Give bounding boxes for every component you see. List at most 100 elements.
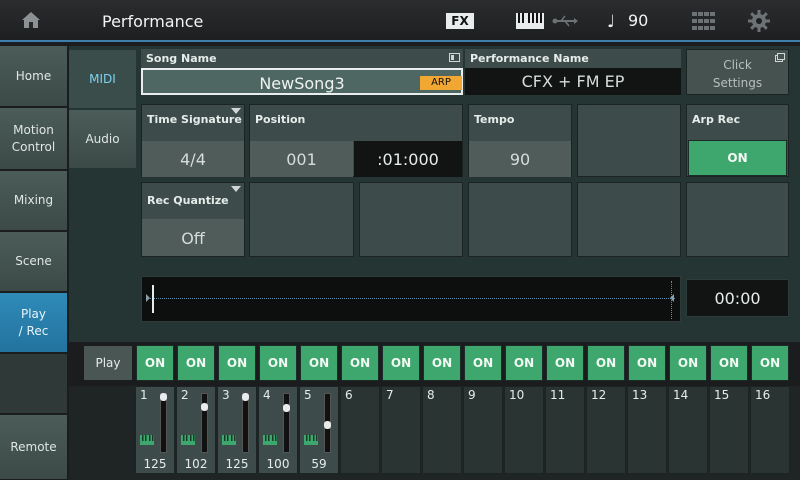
track-number: 16 <box>755 388 771 402</box>
play-toggle-part-14[interactable]: ON <box>669 345 707 381</box>
play-toggle-part-3[interactable]: ON <box>218 345 256 381</box>
nav-home-label: Home <box>15 68 52 83</box>
fader-handle[interactable] <box>160 393 167 401</box>
track-number: 8 <box>427 388 435 402</box>
track-slot-5[interactable]: 5 59 <box>299 386 339 474</box>
nav-motion-control[interactable]: Motion Control <box>0 108 67 170</box>
play-row-label: Play <box>84 346 132 380</box>
track-slot-4[interactable]: 4 100 <box>258 386 298 474</box>
track-slot-8: 8 <box>422 386 462 474</box>
fader-track <box>160 393 167 453</box>
track-slot-14: 14 <box>668 386 708 474</box>
track-slot-6: 6 <box>340 386 380 474</box>
play-toggle-part-9[interactable]: ON <box>464 345 502 381</box>
end-marker <box>671 281 672 319</box>
empty-panel <box>359 182 463 257</box>
position-label: Position <box>255 113 306 126</box>
play-toggle-part-12[interactable]: ON <box>587 345 625 381</box>
arp-rec-toggle[interactable]: ON <box>688 140 787 176</box>
gear-icon[interactable] <box>748 10 770 32</box>
play-toggle-part-6[interactable]: ON <box>341 345 379 381</box>
track-number: 7 <box>386 388 394 402</box>
dropdown-arrow-icon <box>231 108 241 114</box>
track-slot-7: 7 <box>381 386 421 474</box>
dropdown-arrow-icon <box>231 186 241 192</box>
track-slot-12: 12 <box>586 386 626 474</box>
click-settings-button[interactable]: Click Settings <box>686 49 789 95</box>
rec-quantize-label: Rec Quantize <box>147 194 229 207</box>
performance-name-header: Performance Name <box>465 49 681 68</box>
timeline-track <box>150 298 675 299</box>
keyboard-part-icon <box>222 435 236 445</box>
track-slot-16: 16 <box>750 386 790 474</box>
track-slot-3[interactable]: 3 125 <box>217 386 257 474</box>
play-toggle-part-11[interactable]: ON <box>546 345 584 381</box>
nav-scene-label: Scene <box>15 254 52 268</box>
keyboard-icon[interactable] <box>516 13 544 29</box>
subtab-midi-label: MIDI <box>89 72 116 86</box>
performance-name-value: CFX + FM EP <box>521 72 625 91</box>
track-number: 5 <box>304 388 312 402</box>
track-number: 11 <box>550 388 566 402</box>
arp-rec-panel: Arp Rec ON <box>686 104 789 177</box>
play-toggle-part-5[interactable]: ON <box>300 345 338 381</box>
playhead[interactable] <box>152 285 154 313</box>
play-toggle-part-7[interactable]: ON <box>382 345 420 381</box>
track-slot-2[interactable]: 2 102 <box>176 386 216 474</box>
song-name-field[interactable]: NewSong3 <box>141 68 463 95</box>
track-volume-value: 125 <box>225 457 249 471</box>
fader-handle[interactable] <box>283 403 290 412</box>
home-button[interactable] <box>0 0 62 40</box>
nav-remote[interactable]: Remote <box>0 415 67 480</box>
play-toggle-part-13[interactable]: ON <box>628 345 666 381</box>
track-slot-1[interactable]: 1 125 <box>135 386 175 474</box>
tempo-panel[interactable]: Tempo 90 <box>468 104 572 177</box>
empty-panel <box>577 104 681 177</box>
fader-handle[interactable] <box>201 403 208 412</box>
nav-play-rec-label: Play / Rec <box>18 306 49 338</box>
nav-scene[interactable]: Scene <box>0 232 67 292</box>
rec-quantize-value: Off <box>181 229 205 248</box>
fader-handle[interactable] <box>324 421 331 430</box>
track-number: 15 <box>714 388 730 402</box>
track-volume-value: 59 <box>311 457 327 471</box>
play-toggle-part-10[interactable]: ON <box>505 345 543 381</box>
play-toggle-part-4[interactable]: ON <box>259 345 297 381</box>
track-number: 6 <box>345 388 353 402</box>
nav-home[interactable]: Home <box>0 46 67 107</box>
fader-track <box>283 393 290 453</box>
play-toggle-part-15[interactable]: ON <box>710 345 748 381</box>
quick-access-grid-icon[interactable] <box>692 12 716 30</box>
play-toggle-part-8[interactable]: ON <box>423 345 461 381</box>
keyboard-part-icon <box>304 435 318 445</box>
fx-badge[interactable]: FX <box>446 13 474 29</box>
click-settings-line1: Click <box>723 58 752 72</box>
play-toggle-part-16[interactable]: ON <box>751 345 789 381</box>
home-icon <box>22 12 40 28</box>
rec-quantize-panel[interactable]: Rec Quantize Off <box>141 182 245 257</box>
performance-name-field[interactable]: CFX + FM EP <box>465 68 681 95</box>
fader-handle[interactable] <box>242 393 249 401</box>
subtab-midi[interactable]: MIDI <box>69 50 136 108</box>
time-signature-value: 4/4 <box>180 150 206 169</box>
time-signature-panel[interactable]: Time Signature 4/4 <box>141 104 245 177</box>
fader-track <box>201 393 208 453</box>
song-timeline[interactable] <box>141 276 681 322</box>
track-number: 4 <box>263 388 271 402</box>
nav-empty <box>0 354 67 414</box>
track-number: 12 <box>591 388 607 402</box>
play-toggle-part-1[interactable]: ON <box>136 345 174 381</box>
subtab-audio[interactable]: Audio <box>69 110 136 168</box>
play-toggle-part-2[interactable]: ON <box>177 345 215 381</box>
arp-badge: ARP <box>420 76 462 90</box>
timer-value: 00:00 <box>714 289 761 308</box>
nav-mixing[interactable]: Mixing <box>0 171 67 231</box>
click-settings-line2: Settings <box>712 76 763 90</box>
song-name-menu-icon[interactable] <box>449 53 460 62</box>
nav-play-rec[interactable]: Play / Rec <box>0 293 67 353</box>
header-tempo[interactable]: 90 <box>628 11 648 30</box>
position-measure-value: 001 <box>286 150 317 169</box>
track-number: 9 <box>468 388 476 402</box>
track-slot-11: 11 <box>545 386 585 474</box>
fader-track <box>242 393 249 453</box>
